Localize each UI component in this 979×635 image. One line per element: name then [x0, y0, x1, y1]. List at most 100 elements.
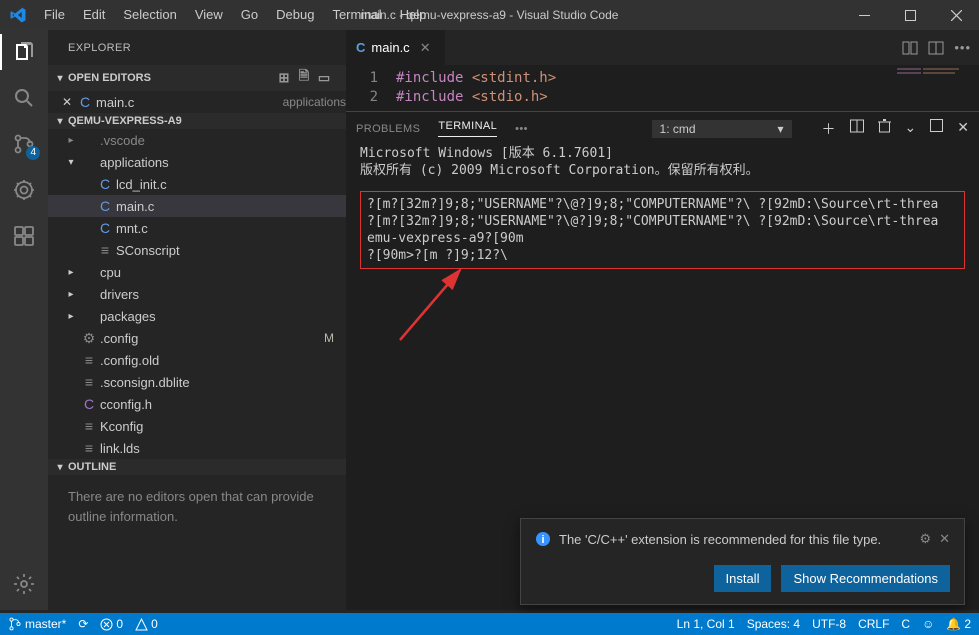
tree-item[interactable]: Ccconfig.h: [48, 393, 346, 415]
terminal-line: Microsoft Windows [版本 6.1.7601]: [360, 145, 965, 162]
close-editor-icon[interactable]: ✕: [60, 95, 74, 109]
terminal-tab[interactable]: TERMINAL: [438, 120, 497, 137]
file-icon: ⚙: [78, 330, 100, 347]
project-label: QEMU-VEXPRESS-A9: [68, 115, 182, 127]
outline-label: OUTLINE: [68, 461, 116, 473]
code-editor[interactable]: 1#include <stdint.h>2#include <stdio.h>: [346, 65, 979, 111]
split-terminal-icon[interactable]: [850, 119, 864, 139]
tree-item[interactable]: ▸.vscode: [48, 129, 346, 151]
code-line: 1#include <stdint.h>: [346, 69, 979, 88]
new-terminal-icon[interactable]: ＋: [822, 119, 836, 139]
scm-badge: 4: [26, 146, 40, 160]
tree-item[interactable]: Cmnt.c: [48, 217, 346, 239]
menu-selection[interactable]: Selection: [114, 0, 185, 30]
tree-item[interactable]: ≡.sconsign.dblite: [48, 371, 346, 393]
tree-item[interactable]: ≡Kconfig: [48, 415, 346, 437]
notification-settings-icon[interactable]: ⚙: [919, 531, 931, 547]
open-editors-label: OPEN EDITORS: [68, 72, 151, 84]
extensions-icon[interactable]: [10, 222, 38, 250]
chevron-down-icon[interactable]: ⌄: [905, 119, 917, 139]
chevron-down-icon: ▾: [52, 73, 68, 84]
file-label: main.c: [116, 199, 346, 214]
terminal-body[interactable]: Microsoft Windows [版本 6.1.7601]版权所有 (c) …: [346, 145, 979, 269]
panel-actions: ＋ ⌄ ✕: [822, 119, 969, 139]
close-all-icon[interactable]: ▭: [314, 70, 334, 86]
status-notifications[interactable]: 🔔2: [946, 617, 971, 631]
maximize-panel-icon[interactable]: [930, 119, 943, 139]
chevron-icon: ▾: [64, 157, 78, 168]
status-sync[interactable]: ⟳: [78, 617, 88, 631]
maximize-button[interactable]: [887, 0, 933, 30]
status-spaces[interactable]: Spaces: 4: [747, 617, 800, 631]
more-icon[interactable]: •••: [954, 40, 971, 55]
status-errors[interactable]: 0: [100, 617, 123, 631]
outline-empty-msg: There are no editors open that can provi…: [48, 475, 346, 538]
tree-item[interactable]: Clcd_init.c: [48, 173, 346, 195]
status-eol[interactable]: CRLF: [858, 617, 889, 631]
status-branch[interactable]: master*: [8, 617, 66, 631]
new-file-icon[interactable]: ⊞: [274, 70, 294, 86]
terminal-line: ?[90m>?[m ?]9;12?\: [367, 247, 958, 264]
tree-item[interactable]: ≡SConscript: [48, 239, 346, 261]
compare-icon[interactable]: [902, 40, 918, 56]
status-lncol[interactable]: Ln 1, Col 1: [677, 617, 735, 631]
scm-icon[interactable]: 4: [10, 130, 38, 158]
open-editor-item[interactable]: ✕ C main.c applications: [48, 91, 346, 113]
file-icon: C: [94, 220, 116, 236]
split-icon[interactable]: [928, 40, 944, 56]
tree-item[interactable]: ▸packages: [48, 305, 346, 327]
tree-item[interactable]: ▸cpu: [48, 261, 346, 283]
tree-item[interactable]: ⚙.configM: [48, 327, 346, 349]
file-label: .sconsign.dblite: [100, 375, 346, 390]
tab-label: main.c: [371, 40, 409, 55]
file-icon: ≡: [94, 242, 116, 258]
menu-view[interactable]: View: [186, 0, 232, 30]
tree-item[interactable]: ≡link.lds: [48, 437, 346, 459]
kill-terminal-icon[interactable]: [878, 119, 891, 139]
file-label: .config.old: [100, 353, 346, 368]
title-bar: FileEditSelectionViewGoDebugTerminalHelp…: [0, 0, 979, 30]
outline-header[interactable]: ▾ OUTLINE: [48, 459, 346, 475]
notification-msg: The 'C/C++' extension is recommended for…: [559, 532, 881, 547]
editor-tab[interactable]: C main.c ✕: [346, 30, 446, 65]
tab-close-icon[interactable]: ✕: [416, 40, 435, 56]
close-button[interactable]: [933, 0, 979, 30]
tree-item[interactable]: ▾applications: [48, 151, 346, 173]
menu-edit[interactable]: Edit: [74, 0, 114, 30]
explorer-icon[interactable]: [10, 38, 38, 66]
terminal-line: emu-vexpress-a9?[90m: [367, 230, 958, 247]
file-label: mnt.c: [116, 221, 346, 236]
file-label: cconfig.h: [100, 397, 346, 412]
menu-file[interactable]: File: [35, 0, 74, 30]
panel-more-icon[interactable]: •••: [515, 123, 528, 135]
search-icon[interactable]: [10, 84, 38, 112]
problems-tab[interactable]: PROBLEMS: [356, 123, 420, 135]
menu-debug[interactable]: Debug: [267, 0, 323, 30]
project-header[interactable]: ▾ QEMU-VEXPRESS-A9: [48, 113, 346, 129]
code-line: 2#include <stdio.h>: [346, 88, 979, 107]
settings-icon[interactable]: [10, 570, 38, 598]
open-editors-header[interactable]: ▾ OPEN EDITORS ⊞ 🗎 ▭: [48, 65, 346, 91]
status-warnings[interactable]: 0: [135, 617, 158, 631]
tree-item[interactable]: ▸drivers: [48, 283, 346, 305]
status-feedback-icon[interactable]: ☺: [922, 617, 934, 631]
file-name: main.c: [96, 95, 279, 110]
tree-item[interactable]: ≡.config.old: [48, 349, 346, 371]
minimize-button[interactable]: [841, 0, 887, 30]
terminal-selector[interactable]: 1: cmd ▾: [652, 120, 792, 138]
debug-icon[interactable]: [10, 176, 38, 204]
file-label: link.lds: [100, 441, 346, 456]
close-panel-icon[interactable]: ✕: [957, 119, 969, 139]
file-path: applications: [283, 95, 346, 109]
status-language[interactable]: C: [901, 617, 910, 631]
install-button[interactable]: Install: [714, 565, 772, 592]
show-recommendations-button[interactable]: Show Recommendations: [781, 565, 950, 592]
tree-item[interactable]: Cmain.c: [48, 195, 346, 217]
status-encoding[interactable]: UTF-8: [812, 617, 846, 631]
editor-tabs: C main.c ✕ •••: [346, 30, 979, 65]
save-all-icon[interactable]: 🗎: [294, 67, 314, 89]
info-icon: i: [535, 531, 551, 547]
menu-go[interactable]: Go: [232, 0, 267, 30]
notification-close-icon[interactable]: ✕: [939, 531, 950, 547]
scm-mark: M: [324, 331, 346, 345]
